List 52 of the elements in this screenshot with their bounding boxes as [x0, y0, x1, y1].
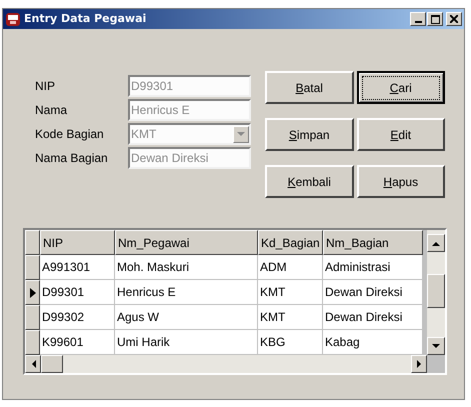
table-cell: KMT: [258, 305, 323, 330]
field-label: Nama Bagian: [35, 150, 109, 167]
app-icon: [5, 11, 21, 27]
table-cell: KBG: [258, 330, 323, 355]
row-pointer-icon[interactable]: [25, 280, 40, 305]
table-cell: Henricus E: [115, 280, 258, 305]
field-label: Nama: [35, 102, 68, 119]
column-header[interactable]: Nm_Pegawai: [115, 230, 258, 255]
table-cell: D99301: [40, 280, 115, 305]
row-header[interactable]: [25, 330, 40, 355]
scroll-left-icon[interactable]: [25, 355, 41, 373]
scroll-thumb[interactable]: [427, 274, 445, 308]
table-cell: K99601: [40, 330, 115, 355]
horizontal-scrollbar[interactable]: [25, 355, 427, 373]
maximize-button[interactable]: [427, 12, 443, 26]
scroll-right-icon[interactable]: [411, 355, 427, 373]
data-grid[interactable]: NIP Nm_Pegawai Kd_Bagian Nm_Bagian A991301 Moh. Maskuri ADM Administrasi D99301 Henricus E KMT Dewan Direksi D99302 Agus W KMT Dewan Direksi K99601 Umi Harik KBG Kabag: [23, 228, 447, 375]
row-header[interactable]: [25, 305, 40, 330]
maximize-icon: [430, 14, 440, 24]
vertical-scrollbar[interactable]: [427, 230, 445, 355]
action-button[interactable]: Simpan: [265, 118, 354, 151]
column-header[interactable]: Nm_Bagian: [323, 230, 423, 255]
minimize-icon: [414, 21, 422, 23]
action-button[interactable]: Kembali: [265, 165, 354, 198]
table-cell: A991301: [40, 255, 115, 280]
table-cell: Administrasi: [323, 255, 423, 280]
scroll-down-icon[interactable]: [427, 337, 445, 355]
scroll-thumb[interactable]: [41, 355, 63, 373]
action-button[interactable]: Edit: [356, 118, 445, 151]
table-cell: Moh. Maskuri: [115, 255, 258, 280]
table-cell: Umi Harik: [115, 330, 258, 355]
row-header: [25, 230, 40, 255]
close-button[interactable]: [446, 12, 462, 26]
row-header[interactable]: [25, 255, 40, 280]
scroll-up-icon[interactable]: [427, 234, 445, 252]
field-label: NIP: [35, 78, 56, 95]
minimize-button[interactable]: [410, 12, 426, 26]
table-cell: ADM: [258, 255, 323, 280]
window-title: Entry Data Pegawai: [24, 10, 146, 27]
action-button[interactable]: Cari: [356, 71, 445, 104]
table-cell: KMT: [258, 280, 323, 305]
close-icon: [450, 15, 458, 23]
table-cell: Kabag: [323, 330, 423, 355]
column-header[interactable]: Kd_Bagian: [258, 230, 323, 255]
action-button[interactable]: Hapus: [356, 165, 445, 198]
column-header[interactable]: NIP: [40, 230, 115, 255]
table-cell: Agus W: [115, 305, 258, 330]
table-cell: D99302: [40, 305, 115, 330]
action-button[interactable]: Batal: [265, 71, 354, 104]
table-cell: Dewan Direksi: [323, 280, 423, 305]
table-cell: Dewan Direksi: [323, 305, 423, 330]
field-label: Kode Bagian: [35, 126, 105, 143]
